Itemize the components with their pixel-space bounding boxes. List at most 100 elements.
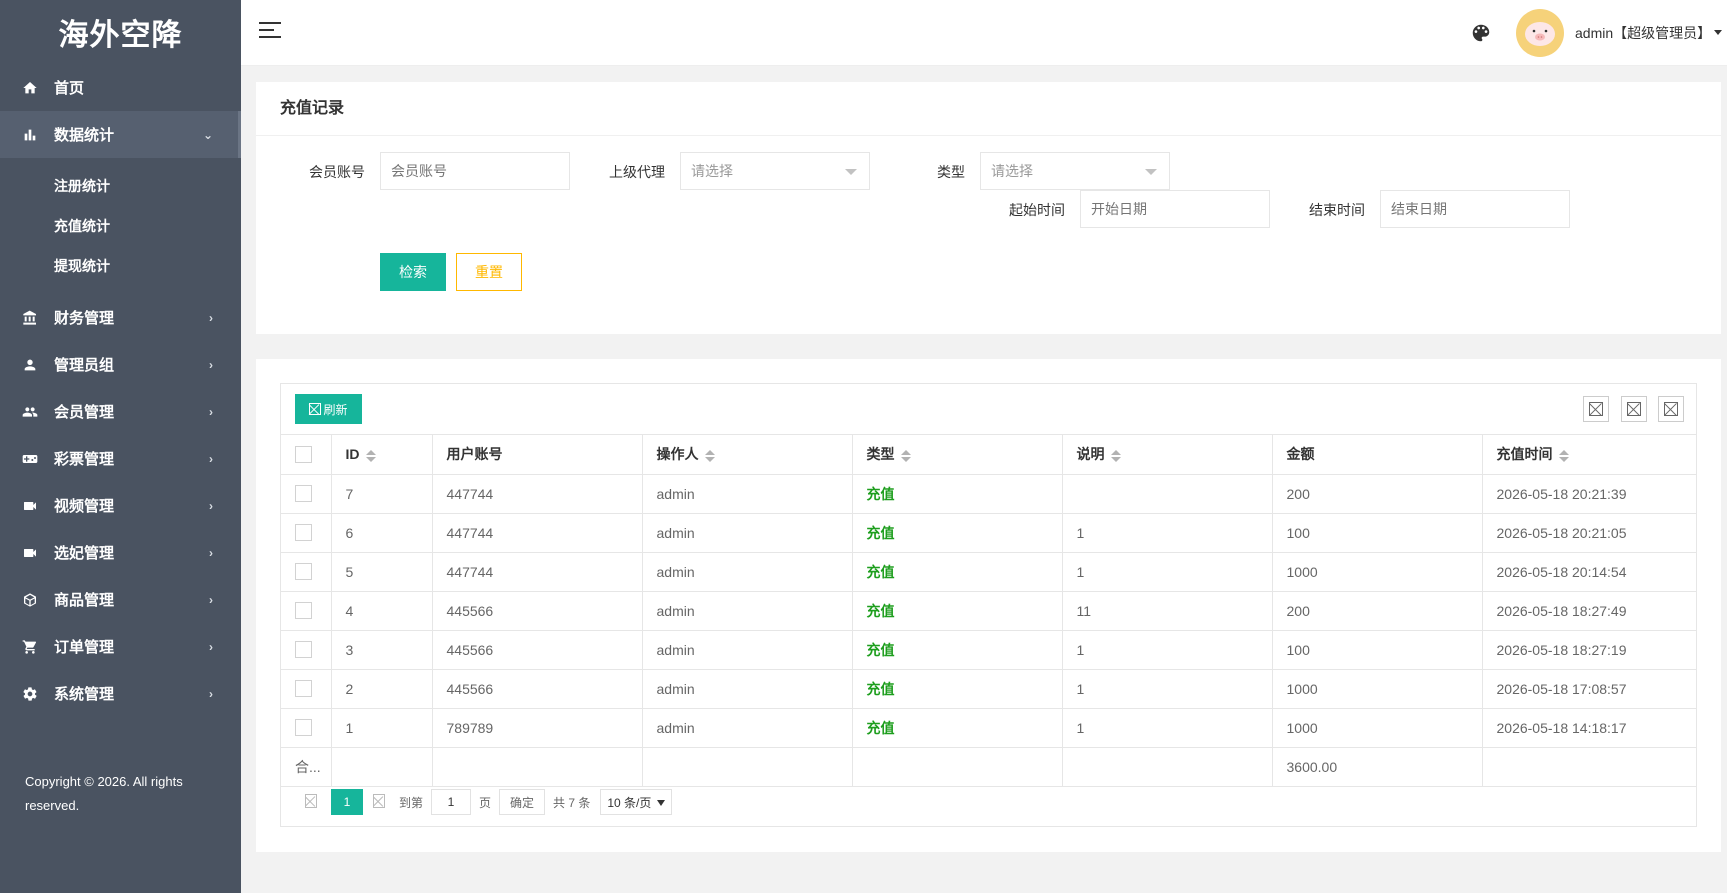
start-date-input[interactable]	[1080, 190, 1270, 228]
cell-note: 1	[1062, 669, 1273, 709]
cell-amount: 200	[1272, 591, 1483, 631]
row-checkbox[interactable]	[295, 719, 312, 737]
table-row[interactable]: 6 447744 admin 充值 1 100 2026-05-18 20:21:05	[281, 513, 1696, 553]
row-checkbox[interactable]	[295, 485, 312, 503]
page-unit: 页	[479, 795, 492, 810]
menu-toggle-icon[interactable]	[259, 22, 281, 42]
row-checkbox[interactable]	[295, 563, 312, 581]
cell-id: 4	[331, 591, 433, 631]
cell-operator: admin	[642, 474, 853, 514]
sort-icon[interactable]	[900, 449, 911, 462]
sort-icon[interactable]	[704, 449, 715, 462]
col-operator[interactable]: 操作人	[642, 435, 853, 475]
row-checkbox-cell[interactable]	[281, 513, 332, 553]
avatar[interactable]	[1516, 9, 1564, 57]
stats-submenu: 注册统计 充值统计 提现统计	[0, 158, 241, 294]
export-icon[interactable]	[1621, 396, 1647, 422]
cell-id: 2	[331, 669, 433, 709]
table-row[interactable]: 3 445566 admin 充值 1 100 2026-05-18 18:27:19	[281, 630, 1696, 670]
sidebar-item-concubine[interactable]: 选妃管理 ›	[0, 529, 241, 576]
sidebar-item-label: 选妃管理	[54, 545, 115, 562]
sidebar-item-members[interactable]: 会员管理 ›	[0, 388, 241, 435]
prev-page-icon[interactable]	[305, 794, 321, 810]
cell-id: 3	[331, 630, 433, 670]
chevron-right-icon: ›	[209, 545, 213, 560]
row-checkbox-cell[interactable]	[281, 474, 332, 514]
page-input[interactable]: 1	[431, 789, 472, 815]
table-body: 7 447744 admin 充值 200 2026-05-18 20:21:39 6 447…	[281, 474, 1696, 787]
palette-icon[interactable]	[1470, 22, 1492, 44]
refresh-label: 刷新	[323, 402, 348, 417]
bar-chart-icon	[22, 127, 38, 143]
cell-account: 789789	[432, 708, 643, 748]
page-size-select[interactable]: 10 条/页	[600, 789, 673, 815]
table-card: 刷新 ID 用户账号 操作人 类型 说明 金额 充值时间 7 447744 ad…	[256, 359, 1721, 852]
user-name[interactable]: admin【超级管理员】	[1575, 23, 1711, 43]
agent-select[interactable]: 请选择	[680, 152, 870, 190]
col-note[interactable]: 说明	[1062, 435, 1273, 475]
type-select[interactable]: 请选择	[980, 152, 1170, 190]
confirm-button[interactable]: 确定	[499, 789, 546, 815]
sidebar-item-stats[interactable]: 数据统计 ⌄	[0, 111, 241, 158]
next-page-icon[interactable]	[373, 794, 389, 810]
sidebar-item-label: 商品管理	[54, 592, 115, 609]
select-all-cell[interactable]	[281, 435, 332, 475]
row-checkbox[interactable]	[295, 641, 312, 659]
sidebar-item-orders[interactable]: 订单管理 ›	[0, 623, 241, 670]
sidebar-subitem-withdraw[interactable]: 提现统计	[0, 246, 241, 286]
select-all-checkbox[interactable]	[295, 446, 312, 464]
cell-note: 1	[1062, 708, 1273, 748]
cell-amount: 1000	[1272, 669, 1483, 709]
col-type[interactable]: 类型	[852, 435, 1063, 475]
end-date-input[interactable]	[1380, 190, 1570, 228]
row-checkbox-cell[interactable]	[281, 708, 332, 748]
sort-icon[interactable]	[1558, 449, 1569, 462]
goto-label: 到第	[399, 795, 424, 810]
sort-icon[interactable]	[1110, 449, 1121, 462]
cell-operator: admin	[642, 513, 853, 553]
cell-id: 7	[331, 474, 433, 514]
row-checkbox-cell[interactable]	[281, 552, 332, 592]
print-icon[interactable]	[1658, 396, 1684, 422]
member-label: 会员账号	[309, 164, 365, 180]
sidebar-item-home[interactable]: 首页	[0, 64, 241, 111]
row-checkbox[interactable]	[295, 602, 312, 620]
table-row[interactable]: 7 447744 admin 充值 200 2026-05-18 20:21:39	[281, 474, 1696, 514]
caret-down-icon[interactable]	[1714, 30, 1722, 35]
chevron-right-icon: ›	[209, 498, 213, 513]
copyright-text: Copyright © 2026. All rights reserved.	[25, 774, 183, 813]
row-checkbox[interactable]	[295, 524, 312, 542]
row-checkbox-cell[interactable]	[281, 591, 332, 631]
sidebar-item-system[interactable]: 系统管理 ›	[0, 670, 241, 717]
cell-amount: 1000	[1272, 708, 1483, 748]
table-row[interactable]: 2 445566 admin 充值 1 1000 2026-05-18 17:08:57	[281, 669, 1696, 709]
sort-icon[interactable]	[365, 449, 376, 462]
member-account-input[interactable]	[380, 152, 570, 190]
sidebar-item-label: 管理员组	[54, 357, 115, 374]
sidebar-item-lottery[interactable]: 彩票管理 ›	[0, 435, 241, 482]
table-row[interactable]: 1 789789 admin 充值 1 1000 2026-05-18 14:18:17	[281, 708, 1696, 748]
sidebar-item-video[interactable]: 视频管理 ›	[0, 482, 241, 529]
sidebar-subitem-register[interactable]: 注册统计	[0, 166, 241, 206]
sidebar-item-admin-group[interactable]: 管理员组 ›	[0, 341, 241, 388]
reset-button[interactable]: 重置	[456, 253, 522, 291]
table-row[interactable]: 4 445566 admin 充值 11 200 2026-05-18 18:27:49	[281, 591, 1696, 631]
total-empty-cell	[642, 747, 853, 787]
row-checkbox[interactable]	[295, 680, 312, 698]
col-account: 用户账号	[432, 435, 643, 475]
search-button[interactable]: 检索	[380, 253, 446, 291]
sidebar-item-label: 数据统计	[54, 127, 115, 144]
col-time[interactable]: 充值时间	[1482, 435, 1696, 475]
table-row[interactable]: 5 447744 admin 充值 1 1000 2026-05-18 20:14:54	[281, 552, 1696, 592]
current-page[interactable]: 1	[331, 789, 363, 815]
sidebar-item-products[interactable]: 商品管理 ›	[0, 576, 241, 623]
end-time-label: 结束时间	[1309, 202, 1365, 218]
gamepad-icon	[22, 451, 38, 467]
row-checkbox-cell[interactable]	[281, 630, 332, 670]
refresh-button[interactable]: 刷新	[295, 394, 362, 424]
row-checkbox-cell[interactable]	[281, 669, 332, 709]
col-id[interactable]: ID	[331, 435, 433, 475]
sidebar-item-finance[interactable]: 财务管理 ›	[0, 294, 241, 341]
columns-icon[interactable]	[1583, 396, 1609, 422]
sidebar-subitem-recharge[interactable]: 充值统计	[0, 206, 241, 246]
